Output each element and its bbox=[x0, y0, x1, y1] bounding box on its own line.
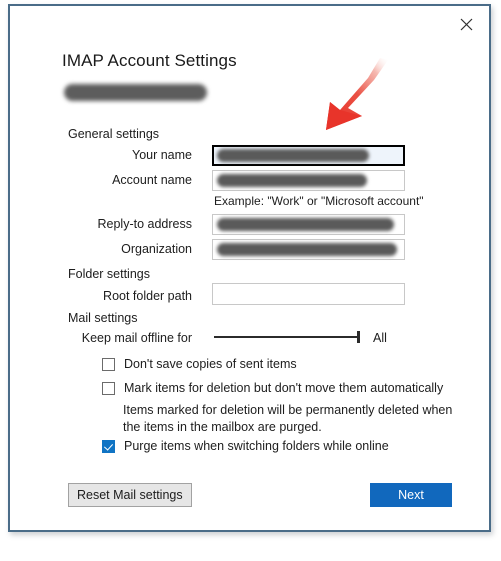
label-root-folder-path: Root folder path bbox=[103, 289, 192, 303]
slider-track bbox=[214, 336, 360, 338]
account-name-hint: Example: "Work" or "Microsoft account" bbox=[214, 194, 424, 208]
label-keep-mail-offline: Keep mail offline for bbox=[81, 331, 192, 345]
checkbox-label: Mark items for deletion but don't move t… bbox=[124, 381, 444, 395]
section-label-folder: Folder settings bbox=[68, 267, 150, 281]
checkbox-box[interactable] bbox=[102, 382, 115, 395]
page-title: IMAP Account Settings bbox=[62, 51, 237, 70]
label-your-name: Your name bbox=[132, 148, 192, 162]
dialog-titlebar bbox=[10, 6, 489, 44]
next-button[interactable]: Next bbox=[370, 483, 452, 507]
checkbox-box[interactable] bbox=[102, 358, 115, 371]
redacted-value bbox=[217, 174, 367, 187]
deletion-note: Items marked for deletion will be perman… bbox=[123, 403, 453, 434]
checkbox-label: Purge items when switching folders while… bbox=[124, 439, 389, 453]
keep-mail-offline-slider[interactable] bbox=[214, 328, 366, 346]
redacted-account-address bbox=[64, 84, 207, 101]
label-account-name: Account name bbox=[112, 173, 192, 187]
checkbox-dont-save-sent-items[interactable]: Don't save copies of sent items bbox=[102, 357, 297, 371]
section-label-mail: Mail settings bbox=[68, 311, 138, 325]
label-reply-to-address: Reply-to address bbox=[97, 217, 193, 231]
slider-value-label: All bbox=[373, 331, 387, 345]
close-icon[interactable] bbox=[449, 11, 483, 37]
checkbox-box[interactable] bbox=[102, 440, 115, 453]
section-label-general: General settings bbox=[68, 127, 160, 141]
redacted-value bbox=[217, 243, 397, 256]
reply-to-address-input[interactable] bbox=[212, 214, 405, 235]
organization-input[interactable] bbox=[212, 239, 405, 260]
your-name-input[interactable] bbox=[212, 145, 405, 166]
checkbox-purge-items-switching-folders[interactable]: Purge items when switching folders while… bbox=[102, 439, 389, 453]
checkbox-mark-items-for-deletion[interactable]: Mark items for deletion but don't move t… bbox=[102, 381, 443, 395]
redacted-value bbox=[217, 218, 394, 231]
reset-mail-settings-button[interactable]: Reset Mail settings bbox=[68, 483, 192, 507]
label-organization: Organization bbox=[121, 242, 192, 256]
screenshot-root: IMAP Account Settings General settings Y… bbox=[0, 0, 501, 561]
account-name-input[interactable] bbox=[212, 170, 405, 191]
slider-thumb[interactable] bbox=[357, 331, 360, 343]
imap-account-settings-dialog: IMAP Account Settings General settings Y… bbox=[8, 4, 491, 532]
checkbox-label: Don't save copies of sent items bbox=[124, 357, 297, 371]
redacted-value bbox=[217, 149, 369, 162]
root-folder-path-input[interactable] bbox=[212, 283, 405, 305]
